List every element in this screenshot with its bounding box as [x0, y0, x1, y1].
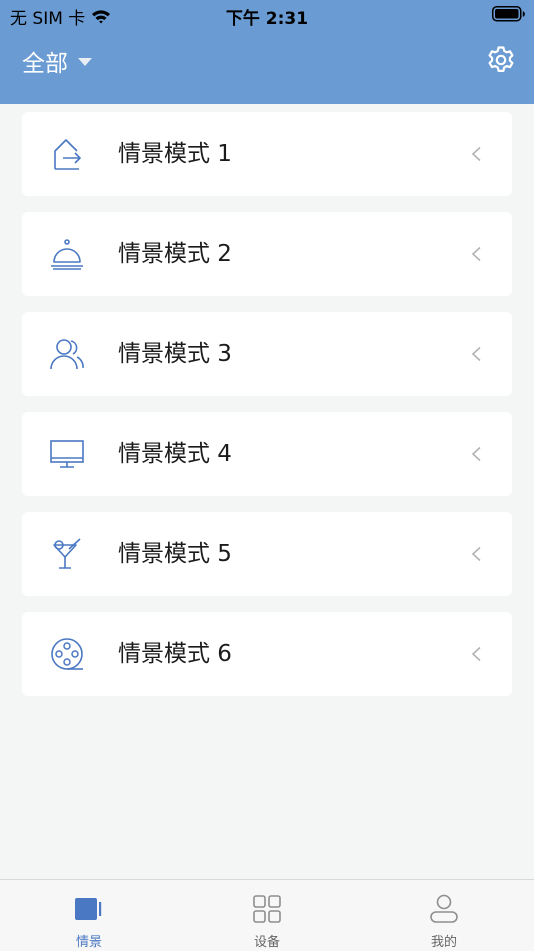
film-reel-icon — [51, 638, 83, 670]
chevron-left-icon — [471, 646, 481, 662]
scene-label: 情景模式 2 — [118, 241, 232, 267]
chevron-left-icon — [471, 146, 481, 162]
scene-label: 情景模式 1 — [118, 141, 232, 167]
tab-devices[interactable]: 设备 — [207, 880, 327, 951]
battery-icon — [492, 6, 525, 22]
chevron-down-icon — [78, 58, 92, 66]
device-grid-icon — [253, 895, 281, 923]
scene-card-2[interactable]: 情景模式 2 — [22, 212, 512, 296]
filter-label: 全部 — [22, 51, 68, 77]
chevron-left-icon — [471, 246, 481, 262]
scene-label: 情景模式 5 — [118, 541, 232, 567]
chevron-left-icon — [471, 346, 481, 362]
tab-bar: 情景 设备 我的 — [0, 879, 534, 951]
tab-scenes[interactable]: 情景 — [29, 880, 149, 951]
profile-icon — [430, 894, 458, 923]
scene-card-3[interactable]: 情景模式 3 — [22, 312, 512, 396]
scene-card-6[interactable]: 情景模式 6 — [22, 612, 512, 696]
scene-card-1[interactable]: 情景模式 1 — [22, 112, 512, 196]
gear-icon[interactable] — [486, 45, 516, 75]
scene-card-5[interactable]: 情景模式 5 — [22, 512, 512, 596]
cocktail-icon — [53, 538, 81, 569]
tab-label: 设备 — [253, 935, 280, 950]
chevron-left-icon — [471, 446, 481, 462]
scene-label: 情景模式 4 — [118, 441, 232, 467]
status-bar: 无 SIM 卡 下午 2:31 — [0, 0, 534, 30]
tab-label: 情景 — [75, 935, 102, 950]
clock: 下午 2:31 — [225, 9, 309, 29]
scene-label: 情景模式 6 — [118, 641, 232, 667]
scene-label: 情景模式 3 — [118, 341, 232, 367]
top-bar: 无 SIM 卡 下午 2:31 全部 — [0, 0, 534, 104]
tab-label: 我的 — [430, 935, 457, 950]
dining-cloche-icon — [51, 239, 83, 270]
scene-filter-dropdown[interactable]: 全部 — [22, 44, 92, 78]
scene-card-4[interactable]: 情景模式 4 — [22, 412, 512, 496]
scene-icon — [75, 898, 102, 920]
tab-profile[interactable]: 我的 — [384, 880, 504, 951]
home-exit-icon — [54, 139, 81, 170]
chevron-left-icon — [471, 546, 481, 562]
monitor-icon — [50, 440, 84, 468]
people-icon — [50, 339, 84, 370]
